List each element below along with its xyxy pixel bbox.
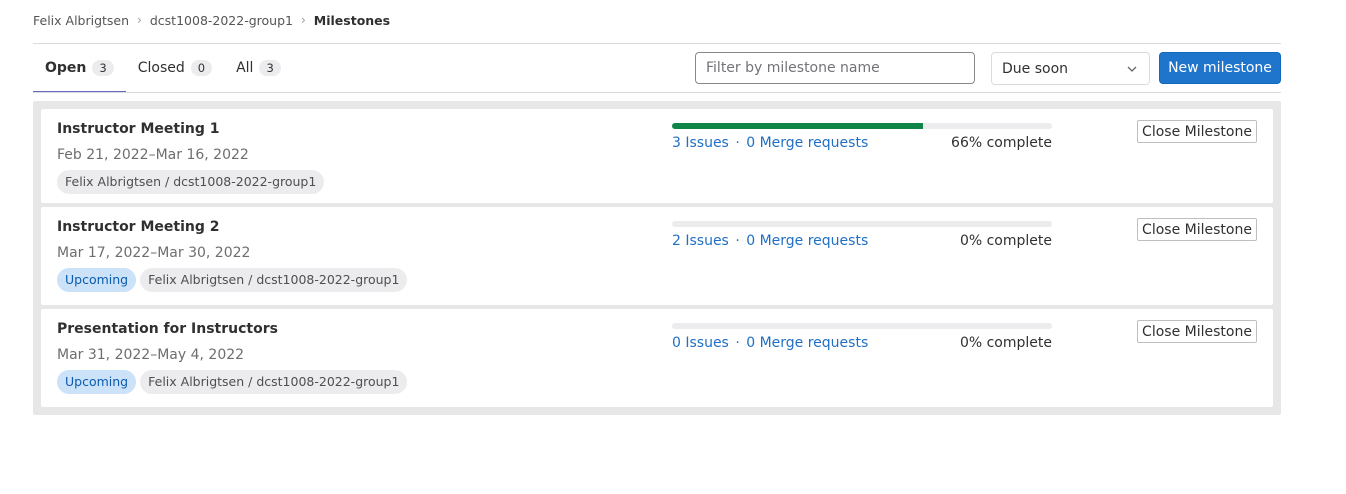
merge-requests-link[interactable]: 0 Merge requests <box>746 135 868 151</box>
separator: · <box>735 335 740 351</box>
milestone-item: Presentation for Instructors Mar 31, 202… <box>41 309 1273 407</box>
milestone-title[interactable]: Instructor Meeting 2 <box>57 219 219 235</box>
tab-all-label: All <box>236 60 254 76</box>
separator: · <box>735 135 740 151</box>
milestone-links: 3 Issues · 0 Merge requests <box>672 135 868 151</box>
tab-closed-count: 0 <box>190 60 213 76</box>
tab-closed[interactable]: Closed 0 <box>126 44 224 92</box>
milestone-links: 0 Issues · 0 Merge requests <box>672 335 868 351</box>
new-milestone-button[interactable]: New milestone <box>1159 52 1281 84</box>
milestone-item: Instructor Meeting 2 Mar 17, 2022–Mar 30… <box>41 207 1273 305</box>
milestone-title[interactable]: Instructor Meeting 1 <box>57 121 219 137</box>
sort-dropdown-label: Due soon <box>1002 60 1069 77</box>
milestone-dates: Feb 21, 2022–Mar 16, 2022 <box>57 147 249 163</box>
upcoming-badge: Upcoming <box>57 370 137 394</box>
upcoming-badge: Upcoming <box>57 268 137 292</box>
close-milestone-button[interactable]: Close Milestone <box>1137 320 1257 343</box>
breadcrumb-item-user[interactable]: Felix Albrigtsen <box>33 13 129 28</box>
chevron-right-icon: › <box>300 13 306 27</box>
project-path-badge[interactable]: Felix Albrigtsen / dcst1008-2022-group1 <box>140 268 408 292</box>
issues-link[interactable]: 3 Issues <box>672 135 729 151</box>
issues-link[interactable]: 2 Issues <box>672 233 729 249</box>
milestone-labels: Upcoming Felix Albrigtsen / dcst1008-202… <box>57 370 408 394</box>
milestone-stats: 2 Issues · 0 Merge requests 0% complete <box>672 233 1052 249</box>
milestone-dates: Mar 17, 2022–Mar 30, 2022 <box>57 245 251 261</box>
milestone-labels: Upcoming Felix Albrigtsen / dcst1008-202… <box>57 268 408 292</box>
milestone-links: 2 Issues · 0 Merge requests <box>672 233 868 249</box>
milestone-stats: 3 Issues · 0 Merge requests 66% complete <box>672 135 1052 151</box>
close-milestone-button[interactable]: Close Milestone <box>1137 218 1257 241</box>
completion-percent: 66% complete <box>951 135 1052 151</box>
milestone-dates: Mar 31, 2022–May 4, 2022 <box>57 347 245 363</box>
milestone-filter-input[interactable] <box>695 52 975 84</box>
milestone-list: Instructor Meeting 1 Feb 21, 2022–Mar 16… <box>33 101 1281 415</box>
breadcrumb: Felix Albrigtsen › dcst1008-2022-group1 … <box>33 11 390 29</box>
milestone-item: Instructor Meeting 1 Feb 21, 2022–Mar 16… <box>41 109 1273 203</box>
milestone-labels: Felix Albrigtsen / dcst1008-2022-group1 <box>57 170 325 194</box>
merge-requests-link[interactable]: 0 Merge requests <box>746 335 868 351</box>
divider <box>33 92 1281 93</box>
tab-closed-label: Closed <box>137 60 185 76</box>
milestone-tabs: Open 3 Closed 0 All 3 <box>33 44 293 93</box>
completion-percent: 0% complete <box>959 335 1052 351</box>
merge-requests-link[interactable]: 0 Merge requests <box>746 233 868 249</box>
sort-dropdown[interactable]: Due soon <box>991 52 1150 85</box>
project-path-badge[interactable]: Felix Albrigtsen / dcst1008-2022-group1 <box>140 370 408 394</box>
progress-bar-fill <box>672 123 923 129</box>
chevron-right-icon: › <box>137 13 142 27</box>
project-path-badge[interactable]: Felix Albrigtsen / dcst1008-2022-group1 <box>57 170 325 194</box>
issues-link[interactable]: 0 Issues <box>672 335 729 351</box>
progress-bar <box>672 323 1052 329</box>
completion-percent: 0% complete <box>959 233 1052 249</box>
breadcrumb-item-group[interactable]: dcst1008-2022-group1 <box>150 13 293 28</box>
tab-open-count: 3 <box>92 60 114 76</box>
tab-open-label: Open <box>45 60 87 76</box>
separator: · <box>735 233 740 249</box>
chevron-down-icon <box>1125 62 1139 76</box>
breadcrumb-current[interactable]: Milestones <box>314 13 390 28</box>
tab-open[interactable]: Open 3 <box>33 44 126 93</box>
tab-all[interactable]: All 3 <box>224 44 293 92</box>
tab-all-count: 3 <box>259 60 281 76</box>
close-milestone-button[interactable]: Close Milestone <box>1137 120 1257 143</box>
progress-bar <box>672 221 1052 227</box>
progress-bar <box>672 123 1052 129</box>
milestone-title[interactable]: Presentation for Instructors <box>57 321 278 337</box>
milestone-stats: 0 Issues · 0 Merge requests 0% complete <box>672 335 1052 351</box>
